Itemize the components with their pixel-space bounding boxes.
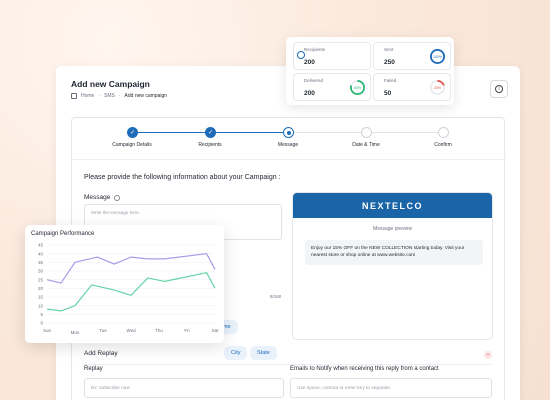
y-tick-label: 10 bbox=[38, 303, 44, 308]
stat-value: 250 bbox=[384, 59, 395, 66]
stepper: ✓ Campaign Details ✓ Recipients Message … bbox=[72, 118, 506, 160]
breadcrumb-separator: · bbox=[98, 93, 101, 99]
step-message-icon[interactable] bbox=[283, 127, 294, 138]
emails-notify-input[interactable]: Use space, comma or enter key to separat… bbox=[290, 378, 492, 398]
y-tick-label: 25 bbox=[38, 277, 44, 282]
stat-label: Sent bbox=[384, 47, 394, 52]
step-date-time-label[interactable]: Date & Time bbox=[331, 142, 401, 148]
stat-value: 200 bbox=[304, 90, 315, 97]
info-icon: i bbox=[495, 85, 503, 93]
sent-progress-ring: 100% bbox=[430, 49, 445, 64]
message-preview-panel: NEXTELCO Message preview Enjoy our 15% O… bbox=[292, 192, 493, 340]
step-recipients-icon[interactable]: ✓ bbox=[205, 127, 216, 138]
y-tick-label: 5 bbox=[40, 312, 43, 317]
emails-notify-label: Emails to Notify when receiving this rep… bbox=[290, 366, 439, 372]
step-confirm-label[interactable]: Confirm bbox=[408, 142, 478, 148]
page-title: Add new Campaign bbox=[71, 79, 150, 89]
x-tick-label: Mon bbox=[71, 330, 80, 335]
info-button[interactable]: i bbox=[490, 80, 508, 98]
stat-label: Failed bbox=[384, 78, 397, 83]
stat-label: Delivered bbox=[304, 78, 324, 83]
x-tick-label: Sat bbox=[212, 328, 220, 333]
step-recipients-label[interactable]: Recipients bbox=[175, 142, 245, 148]
step-confirm-icon[interactable] bbox=[438, 127, 449, 138]
divider bbox=[84, 364, 492, 365]
breadcrumb-home[interactable]: Home bbox=[81, 93, 94, 99]
step-date-time-icon[interactable] bbox=[361, 127, 372, 138]
ring-percent: 80% bbox=[353, 85, 361, 90]
step-message-label[interactable]: Message bbox=[253, 142, 323, 148]
stat-sent: Sent 250 100% bbox=[373, 42, 451, 70]
remove-replay-button[interactable]: − bbox=[484, 351, 492, 359]
char-count: 8/160 bbox=[270, 294, 282, 299]
stat-delivered: Delivered 200 80% bbox=[293, 73, 371, 101]
y-tick-label: 45 bbox=[38, 243, 44, 248]
stat-label: Recipients bbox=[304, 47, 326, 52]
x-tick-label: Fri bbox=[184, 328, 189, 333]
series-line-0 bbox=[46, 253, 216, 284]
message-label: Message bbox=[84, 194, 121, 201]
delivered-progress-ring: 80% bbox=[350, 80, 365, 95]
users-icon bbox=[297, 51, 305, 59]
breadcrumb-current: Add new campaign bbox=[124, 93, 168, 99]
x-tick-label: Wed bbox=[126, 328, 136, 333]
breadcrumb-separator: · bbox=[118, 93, 121, 99]
y-tick-label: 15 bbox=[38, 295, 44, 300]
brand-logo: NEXTELCO bbox=[293, 193, 492, 218]
form-heading: Please provide the following information… bbox=[84, 174, 281, 181]
campaign-performance-chart: Campaign Performance 0 5 10 15 20 25 30 35 40 45 S… bbox=[25, 225, 224, 343]
preview-message-bubble: Enjoy our 15% OFF on the NEW COLLECTION … bbox=[305, 240, 483, 265]
stat-recipients: Recipients 200 bbox=[293, 42, 371, 70]
home-icon[interactable] bbox=[71, 93, 77, 99]
ring-percent: 100% bbox=[433, 54, 442, 59]
step-campaign-details-label[interactable]: Campaign Details bbox=[97, 142, 167, 148]
message-label-text: Message bbox=[84, 194, 111, 201]
breadcrumb: Home · SMS · Add new campaign bbox=[71, 93, 167, 99]
preview-title: Message preview bbox=[373, 226, 412, 232]
stat-value: 50 bbox=[384, 90, 392, 97]
placeholder-chip-state[interactable]: State bbox=[250, 346, 277, 360]
stat-value: 200 bbox=[304, 59, 315, 66]
info-icon[interactable] bbox=[114, 194, 121, 201]
y-tick-label: 40 bbox=[38, 251, 44, 256]
replay-label: Replay bbox=[84, 366, 103, 372]
failed-progress-ring: 20% bbox=[430, 80, 445, 95]
x-tick-label: Tue bbox=[99, 328, 107, 333]
x-tick-label: Thu bbox=[155, 328, 163, 333]
series-line-1 bbox=[46, 272, 216, 312]
y-tick-label: 20 bbox=[38, 286, 44, 291]
replay-input[interactable]: Ex: subscribe now bbox=[84, 378, 284, 398]
y-tick-label: 35 bbox=[38, 260, 44, 265]
stats-card: Recipients 200 Sent 250 100% Delivered 2… bbox=[286, 37, 454, 105]
breadcrumb-sms[interactable]: SMS bbox=[104, 93, 115, 99]
y-tick-label: 0 bbox=[40, 321, 43, 326]
ring-percent: 20% bbox=[433, 85, 441, 90]
placeholder-chip-city[interactable]: City bbox=[224, 346, 248, 360]
step-campaign-details-icon[interactable]: ✓ bbox=[127, 127, 138, 138]
add-replay-title: Add Replay bbox=[84, 350, 118, 357]
y-tick-label: 30 bbox=[38, 269, 44, 274]
chart-svg: 0 5 10 15 20 25 30 35 40 45 Sun Mon Tue Wed Thu Fri Sat bbox=[38, 243, 220, 335]
x-tick-label: Sun bbox=[43, 328, 52, 333]
stat-failed: Failed 50 20% bbox=[373, 73, 451, 101]
